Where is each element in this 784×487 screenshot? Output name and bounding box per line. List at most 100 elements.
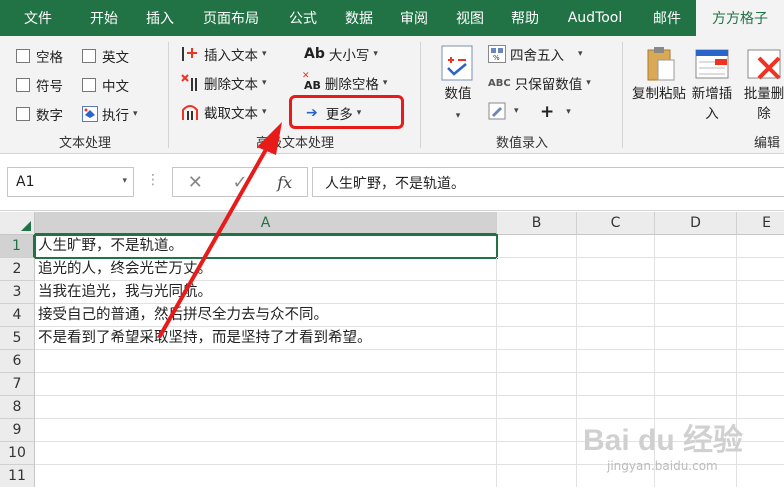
cell[interactable] (737, 327, 784, 350)
cell-a[interactable]: 不是看到了希望采取坚持，而是坚持了才看到希望。 (35, 327, 497, 350)
tab-view[interactable]: 视图 (442, 0, 498, 36)
cell[interactable] (737, 281, 784, 304)
column-header-e[interactable]: E (737, 212, 784, 235)
column-header-b[interactable]: B (497, 212, 577, 235)
cell[interactable] (655, 258, 737, 281)
cell[interactable] (577, 235, 655, 258)
function-icon[interactable]: fx (277, 173, 292, 192)
cell[interactable] (497, 327, 577, 350)
drag-handle-icon[interactable]: ⋮ (146, 172, 160, 188)
cell[interactable] (497, 281, 577, 304)
cell-a[interactable] (35, 419, 497, 442)
tab-data[interactable]: 数据 (332, 0, 386, 36)
check-space[interactable]: 空格 (16, 46, 63, 66)
row-header[interactable]: 8 (0, 396, 35, 419)
copy-paste-button[interactable]: 复制粘贴 (632, 44, 686, 124)
cell-a[interactable]: 追光的人，终会光芒万丈。 (35, 258, 497, 281)
keep-value-button[interactable]: ABC 只保留数值 ▾ (488, 73, 591, 93)
name-box[interactable]: A1 ▾ (7, 167, 134, 197)
select-all-corner[interactable] (0, 212, 35, 235)
check-number[interactable]: 数字 (16, 104, 63, 124)
round-button[interactable]: % 四舍五入 ▾ (488, 44, 583, 64)
row-header[interactable]: 5 (0, 327, 35, 350)
tab-formulas[interactable]: 公式 (274, 0, 332, 36)
cell[interactable] (497, 304, 577, 327)
row-header[interactable]: 7 (0, 373, 35, 396)
cell[interactable] (497, 373, 577, 396)
tab-audtool[interactable]: AudTool (552, 0, 638, 36)
tab-help[interactable]: 帮助 (498, 0, 552, 36)
delete-text-button[interactable]: 删除文本 ▾ (180, 73, 267, 93)
execute-button[interactable]: 执行 ▾ (82, 104, 138, 124)
cell[interactable] (577, 258, 655, 281)
tab-mail[interactable]: 邮件 (638, 0, 696, 36)
tab-home[interactable]: 开始 (76, 0, 132, 36)
case-button[interactable]: Ab 大小写 ▾ (304, 44, 378, 64)
number-button[interactable]: 数值 ▾ (436, 44, 480, 126)
cell[interactable] (577, 304, 655, 327)
checkbox[interactable] (16, 49, 30, 63)
cell-a[interactable] (35, 396, 497, 419)
cell[interactable] (737, 235, 784, 258)
cell[interactable] (655, 304, 737, 327)
cell[interactable] (737, 258, 784, 281)
plus-button[interactable]: + ▾ (540, 102, 571, 122)
column-header-c[interactable]: C (577, 212, 655, 235)
cell[interactable] (655, 281, 737, 304)
checkbox[interactable] (16, 107, 30, 121)
batch-delete-button[interactable]: 批量删除 (738, 44, 784, 124)
row-header[interactable]: 11 (0, 465, 35, 487)
checkbox[interactable] (16, 78, 30, 92)
tab-review[interactable]: 审阅 (386, 0, 442, 36)
cell-a[interactable] (35, 442, 497, 465)
tab-page-layout[interactable]: 页面布局 (188, 0, 274, 36)
fill-button[interactable]: ▾ (488, 102, 519, 120)
cell-a[interactable] (35, 350, 497, 373)
tab-insert[interactable]: 插入 (132, 0, 188, 36)
cell[interactable] (577, 327, 655, 350)
cell[interactable] (737, 350, 784, 373)
extract-text-button[interactable]: 截取文本 ▾ (180, 102, 267, 122)
cell[interactable] (497, 258, 577, 281)
cell-a[interactable]: 当我在追光，我与光同航。 (35, 281, 497, 304)
insert-text-button[interactable]: 插入文本 ▾ (180, 44, 267, 64)
cell[interactable] (577, 281, 655, 304)
cell[interactable] (655, 327, 737, 350)
cell[interactable] (737, 304, 784, 327)
tab-file[interactable]: 文件 (0, 0, 76, 36)
row-header[interactable]: 6 (0, 350, 35, 373)
row-header[interactable]: 9 (0, 419, 35, 442)
check-symbol[interactable]: 符号 (16, 75, 63, 95)
cell[interactable] (655, 235, 737, 258)
row-header[interactable]: 1 (0, 235, 35, 258)
formula-input[interactable]: 人生旷野，不是轨道。 (312, 167, 784, 197)
confirm-icon[interactable]: ✓ (233, 172, 248, 193)
row-header[interactable]: 4 (0, 304, 35, 327)
check-english[interactable]: 英文 (82, 46, 129, 66)
cell[interactable] (577, 373, 655, 396)
cell[interactable] (497, 442, 577, 465)
cell[interactable] (737, 373, 784, 396)
cell[interactable] (497, 235, 577, 258)
tab-fangfang[interactable]: 方方格子 (696, 0, 784, 36)
row-header[interactable]: 3 (0, 281, 35, 304)
cell-a[interactable]: 人生旷野，不是轨道。 (34, 234, 498, 259)
checkbox[interactable] (82, 49, 96, 63)
cell[interactable] (655, 373, 737, 396)
cell[interactable] (577, 350, 655, 373)
row-header[interactable]: 2 (0, 258, 35, 281)
cell[interactable] (497, 396, 577, 419)
cell[interactable] (497, 419, 577, 442)
row-header[interactable]: 10 (0, 442, 35, 465)
cell-a[interactable] (35, 373, 497, 396)
cell[interactable] (497, 350, 577, 373)
cancel-icon[interactable]: ✕ (188, 172, 203, 193)
checkbox[interactable] (82, 78, 96, 92)
new-insert-button[interactable]: 新增插入 (686, 44, 738, 124)
check-chinese[interactable]: 中文 (82, 75, 129, 95)
cell[interactable] (655, 350, 737, 373)
column-header-a[interactable]: A (35, 212, 497, 235)
column-header-d[interactable]: D (655, 212, 737, 235)
cell-a[interactable] (35, 465, 497, 487)
remove-space-button[interactable]: ✕ AB 删除空格 ▾ (302, 71, 387, 93)
